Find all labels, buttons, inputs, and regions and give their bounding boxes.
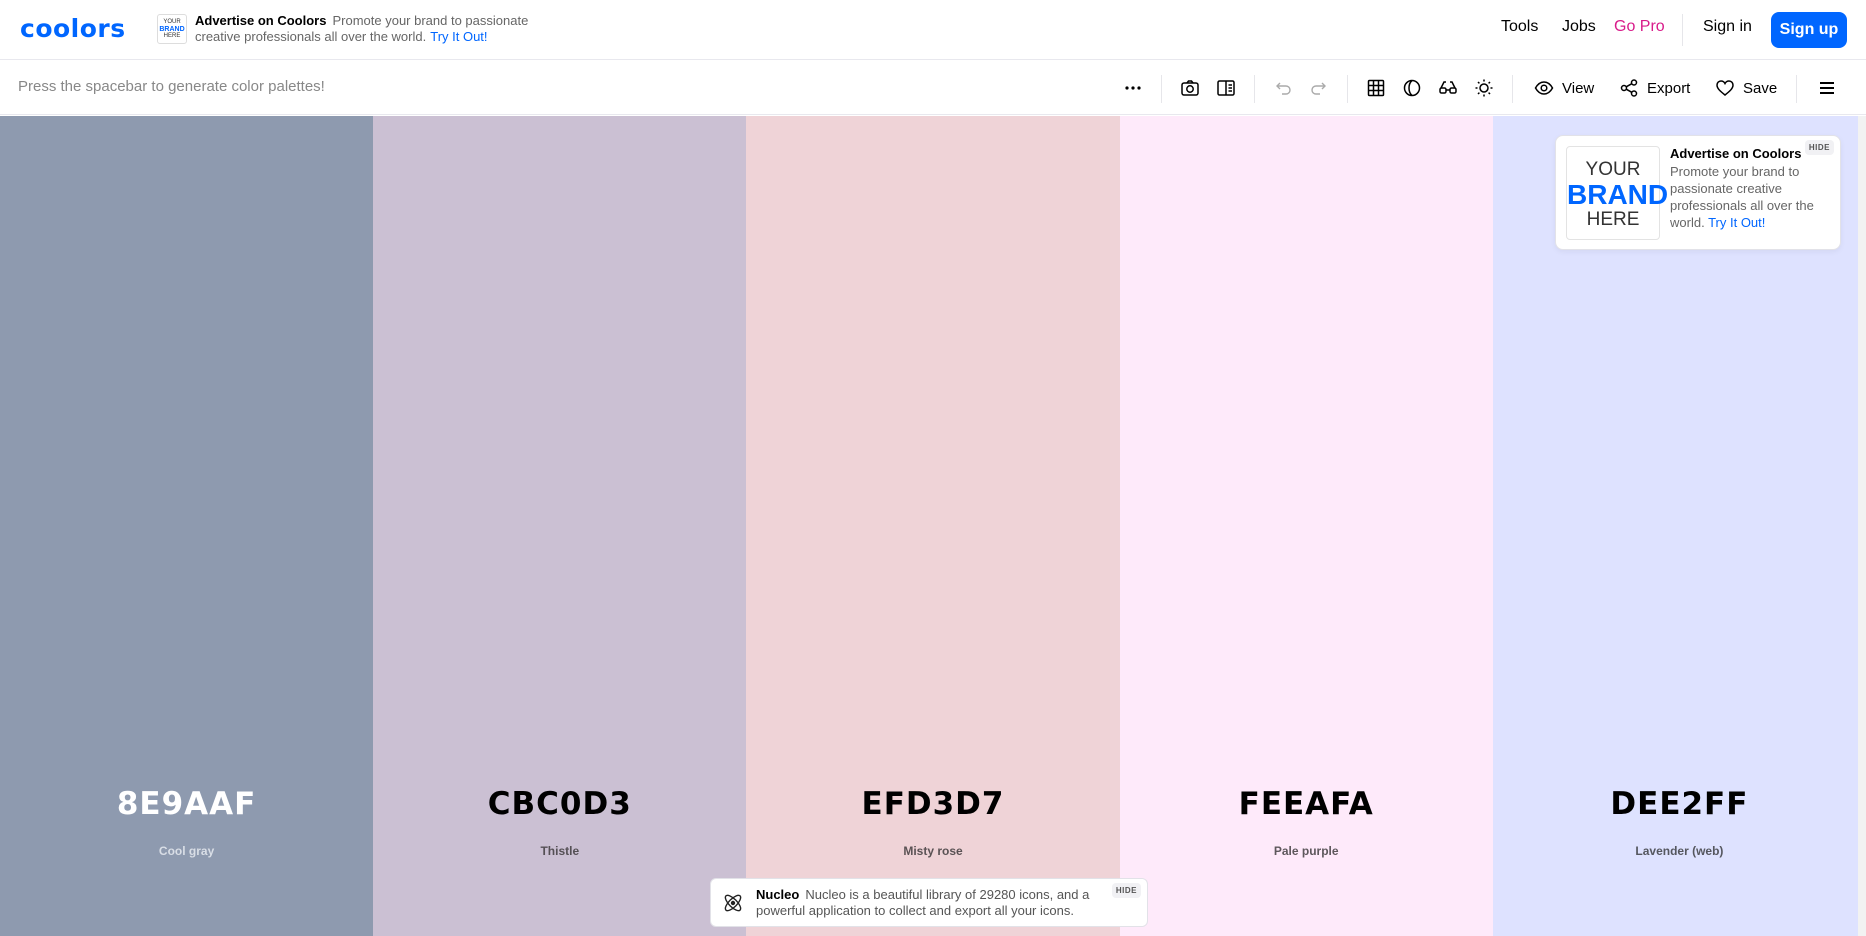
toolbar-divider: [1254, 75, 1255, 103]
save-label: Save: [1743, 79, 1778, 97]
brand-image-top: YOUR: [1585, 159, 1641, 180]
toolbar-divider: [1512, 75, 1513, 103]
toolbar-divider: [1796, 75, 1797, 103]
nav-jobs[interactable]: Jobs: [1562, 18, 1596, 36]
split-view-icon[interactable]: [1212, 74, 1240, 102]
color-swatch[interactable]: FEEAFA Pale purple: [1119, 116, 1493, 936]
swatch-hex[interactable]: DEE2FF: [1493, 786, 1866, 822]
undo-icon[interactable]: [1269, 74, 1297, 102]
swatch-hex[interactable]: EFD3D7: [746, 786, 1119, 822]
color-swatch[interactable]: 8E9AAF Cool gray: [0, 116, 374, 936]
swatch-color-name: Thistle: [540, 844, 580, 858]
more-icon[interactable]: [1119, 74, 1147, 102]
swatch-color-name: Pale purple: [1273, 844, 1339, 858]
menu-icon[interactable]: [1813, 74, 1841, 102]
color-swatch[interactable]: CBC0D3 Thistle: [373, 116, 747, 936]
glasses-icon[interactable]: [1434, 74, 1462, 102]
header-ad-title[interactable]: Advertise on Coolors: [195, 13, 326, 28]
share-icon: [1620, 79, 1638, 97]
header-ad: Advertise on Coolors Promote your brand t…: [195, 13, 545, 45]
ad-thumb-bottom: HERE: [163, 33, 181, 39]
nucleo-ad-text: Nucleo Nucleo is a beautiful library of 2…: [756, 887, 1096, 919]
ad-thumb-top: YOUR: [163, 19, 181, 25]
nucleo-ad-title[interactable]: Nucleo: [756, 887, 799, 902]
spacebar-hint: Press the spacebar to generate color pal…: [18, 78, 325, 95]
grid-icon[interactable]: [1362, 74, 1390, 102]
brand-ad-thumbnail[interactable]: YOUR BRAND HERE: [157, 14, 187, 44]
eye-icon: [1534, 81, 1554, 95]
redo-icon[interactable]: [1305, 74, 1333, 102]
brightness-icon[interactable]: [1470, 74, 1498, 102]
camera-icon[interactable]: [1176, 74, 1204, 102]
header-ad-link[interactable]: Try It Out!: [430, 29, 487, 44]
swatch-hex[interactable]: FEEAFA: [1120, 786, 1493, 822]
swatch-color-name: Cool gray: [158, 844, 215, 858]
scrollbar[interactable]: [1858, 116, 1866, 936]
sign-up-button[interactable]: Sign up: [1771, 12, 1847, 48]
nav-go-pro[interactable]: Go Pro: [1614, 18, 1665, 36]
color-swatch[interactable]: EFD3D7 Misty rose: [746, 116, 1120, 936]
side-ad-body: Promote your brand to passionate creativ…: [1670, 163, 1820, 231]
nav-tools[interactable]: Tools: [1501, 18, 1538, 36]
side-ad-title[interactable]: Advertise on Coolors: [1670, 146, 1801, 161]
swatch-color-name: Misty rose: [903, 844, 963, 858]
nav-sign-in[interactable]: Sign in: [1703, 18, 1752, 36]
contrast-icon[interactable]: [1398, 74, 1426, 102]
view-label: View: [1562, 79, 1595, 97]
brand-image-mid: BRAND: [1567, 179, 1669, 210]
hide-side-ad-button[interactable]: HIDE: [1804, 140, 1834, 155]
brand-image-bottom: HERE: [1586, 209, 1640, 230]
toolbar-divider: [1347, 75, 1348, 103]
swatch-color-name: Lavender (web): [1635, 844, 1724, 858]
palette-toolbar: Press the spacebar to generate color pal…: [0, 61, 1866, 115]
ad-thumb-brand: BRAND: [159, 26, 185, 33]
export-button[interactable]: Export: [1619, 76, 1690, 100]
nucleo-ad[interactable]: Nucleo Nucleo is a beautiful library of 2…: [710, 878, 1148, 927]
swatch-hex[interactable]: CBC0D3: [373, 786, 746, 822]
nav-divider: [1682, 14, 1683, 46]
heart-icon: [1716, 80, 1734, 96]
view-button[interactable]: View: [1534, 76, 1594, 100]
export-label: Export: [1647, 79, 1691, 97]
hide-nucleo-ad-button[interactable]: HIDE: [1111, 883, 1141, 898]
save-button[interactable]: Save: [1715, 76, 1777, 100]
swatch-hex[interactable]: 8E9AAF: [0, 786, 373, 822]
nucleo-ad-body: Nucleo is a beautiful library of 29280 i…: [756, 887, 1090, 918]
side-ad-link[interactable]: Try It Out!: [1708, 215, 1765, 230]
side-ad-card[interactable]: YOUR BRAND HERE Advertise on Coolors Pro…: [1555, 135, 1841, 250]
coolors-logo[interactable]: coolors: [20, 14, 126, 43]
toolbar-divider: [1161, 75, 1162, 103]
nucleo-atom-icon: [724, 894, 742, 912]
top-navbar: coolors YOUR BRAND HERE Advertise on Coo…: [0, 0, 1866, 60]
your-brand-here-image[interactable]: YOUR BRAND HERE: [1566, 146, 1669, 240]
